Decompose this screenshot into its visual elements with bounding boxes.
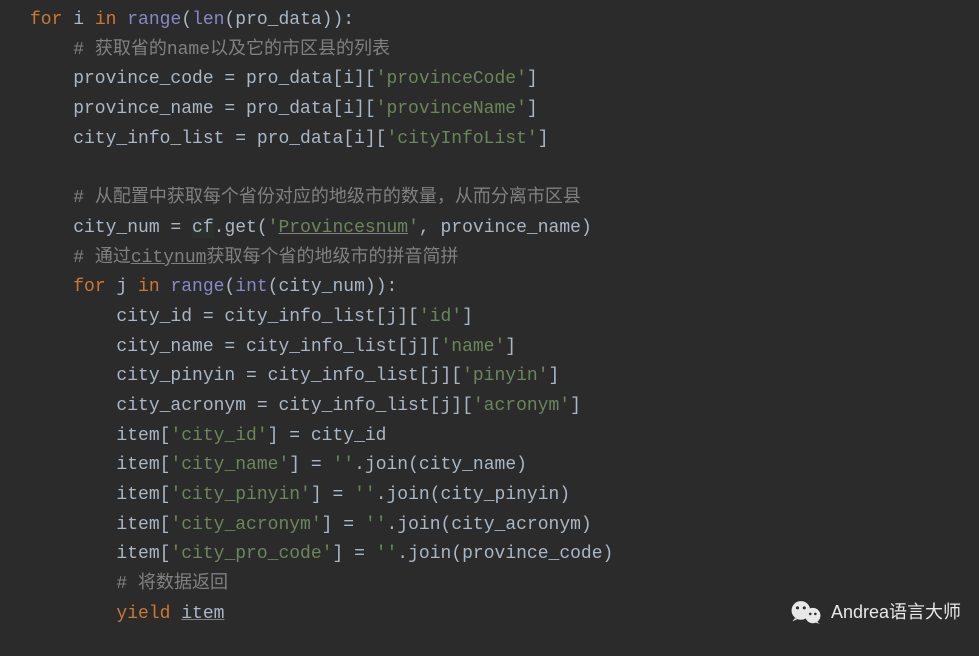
- code-line: for j in range(int(city_num)):: [30, 277, 397, 297]
- watermark: Andrea语言大师: [789, 598, 961, 628]
- code-line: item['city_acronym'] = ''.join(city_acro…: [30, 515, 592, 535]
- code-line: [30, 158, 41, 178]
- code-line: item['city_id'] = city_id: [30, 426, 386, 446]
- code-line: city_pinyin = city_info_list[j]['pinyin'…: [30, 366, 559, 386]
- wechat-icon: [789, 599, 823, 627]
- code-line: # 将数据返回: [30, 574, 228, 594]
- code-line: city_info_list = pro_data[i]['cityInfoLi…: [30, 129, 549, 149]
- code-line: item['city_pro_code'] = ''.join(province…: [30, 544, 613, 564]
- code-line: item['city_name'] = ''.join(city_name): [30, 455, 527, 475]
- code-line: # 通过citynum获取每个省的地级市的拼音简拼: [30, 248, 458, 268]
- code-line: item['city_pinyin'] = ''.join(city_pinyi…: [30, 485, 570, 505]
- code-line: city_id = city_info_list[j]['id']: [30, 307, 473, 327]
- code-editor[interactable]: for i in range(len(pro_data)): # 获取省的nam…: [0, 6, 979, 629]
- code-line: # 获取省的name以及它的市区县的列表: [30, 40, 390, 60]
- code-line: city_acronym = city_info_list[j]['acrony…: [30, 396, 581, 416]
- code-line: # 从配置中获取每个省份对应的地级市的数量，从而分离市区县: [30, 188, 581, 208]
- code-line: for i in range(len(pro_data)):: [30, 10, 354, 30]
- code-line: province_code = pro_data[i]['provinceCod…: [30, 69, 538, 89]
- code-line: yield item: [30, 604, 224, 624]
- code-line: province_name = pro_data[i]['provinceNam…: [30, 99, 538, 119]
- code-line: city_num = cf.get('Provincesnum', provin…: [30, 218, 592, 238]
- watermark-text: Andrea语言大师: [831, 598, 961, 628]
- code-line: city_name = city_info_list[j]['name']: [30, 337, 516, 357]
